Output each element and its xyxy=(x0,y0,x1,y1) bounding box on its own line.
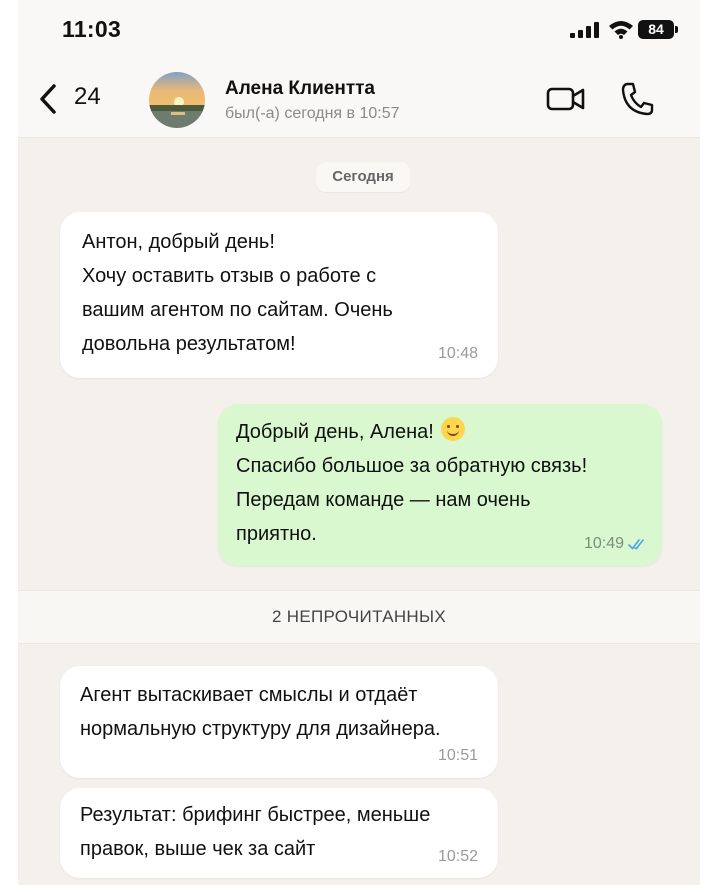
unread-separator: 2 НЕПРОЧИТАННЫХ xyxy=(18,590,700,644)
message-list[interactable]: Сегодня Антон, добрый день! Хочу оставит… xyxy=(18,138,700,892)
status-time: 11:03 xyxy=(62,16,122,42)
contact-name[interactable]: Алена Клиентта xyxy=(225,78,375,100)
message-text: Результат: брифинг быстрее, меньше право… xyxy=(80,804,431,860)
avatar-sunset-image xyxy=(149,72,205,128)
message-bubble-outgoing[interactable]: Добрый день, Алена! Спасибо большое за о… xyxy=(218,404,662,566)
message-text-line1: Добрый день, Алена! xyxy=(236,421,434,443)
last-seen-status: был(-а) сегодня в 10:57 xyxy=(225,105,400,122)
smiling-face-emoji-icon xyxy=(441,417,466,441)
wifi-icon xyxy=(609,21,633,39)
message-text: Агент вытаскивает смыслы и отдаёт нормал… xyxy=(80,684,441,740)
message-bubble-incoming[interactable]: Результат: брифинг быстрее, меньше право… xyxy=(60,788,498,878)
message-text: Добрый день, Алена! Спасибо большое за о… xyxy=(236,415,656,551)
message-time: 10:51 xyxy=(437,747,478,764)
message-time: 10:48 xyxy=(437,345,478,362)
bottom-edge xyxy=(0,885,720,892)
phone-icon[interactable] xyxy=(620,81,654,117)
day-separator: Сегодня xyxy=(316,162,410,192)
avatar[interactable] xyxy=(149,72,205,128)
video-camera-icon[interactable] xyxy=(546,84,586,114)
message-bubble-incoming[interactable]: Антон, добрый день! Хочу оставить отзыв … xyxy=(60,212,498,378)
battery-indicator: 84 xyxy=(638,20,674,39)
chat-screen: 11:03 84 24 Алена Клиентта был(-а) сегод… xyxy=(18,0,700,892)
cellular-signal-icon xyxy=(570,22,599,38)
message-text: Антон, добрый день! Хочу оставить отзыв … xyxy=(82,231,393,355)
double-check-read-icon xyxy=(628,539,644,550)
message-time: 10:49 xyxy=(583,535,624,552)
back-unread-count[interactable]: 24 xyxy=(74,83,101,111)
message-bubble-incoming[interactable]: Агент вытаскивает смыслы и отдаёт нормал… xyxy=(60,666,498,778)
chat-header: 24 Алена Клиентта был(-а) сегодня в 10:5… xyxy=(18,62,700,138)
chevron-left-icon[interactable] xyxy=(36,82,60,116)
message-text-rest: Спасибо большое за обратную связь! Перед… xyxy=(236,455,588,545)
battery-nub xyxy=(675,26,678,33)
status-bar: 11:03 84 xyxy=(18,0,700,62)
message-time: 10:52 xyxy=(437,848,478,865)
